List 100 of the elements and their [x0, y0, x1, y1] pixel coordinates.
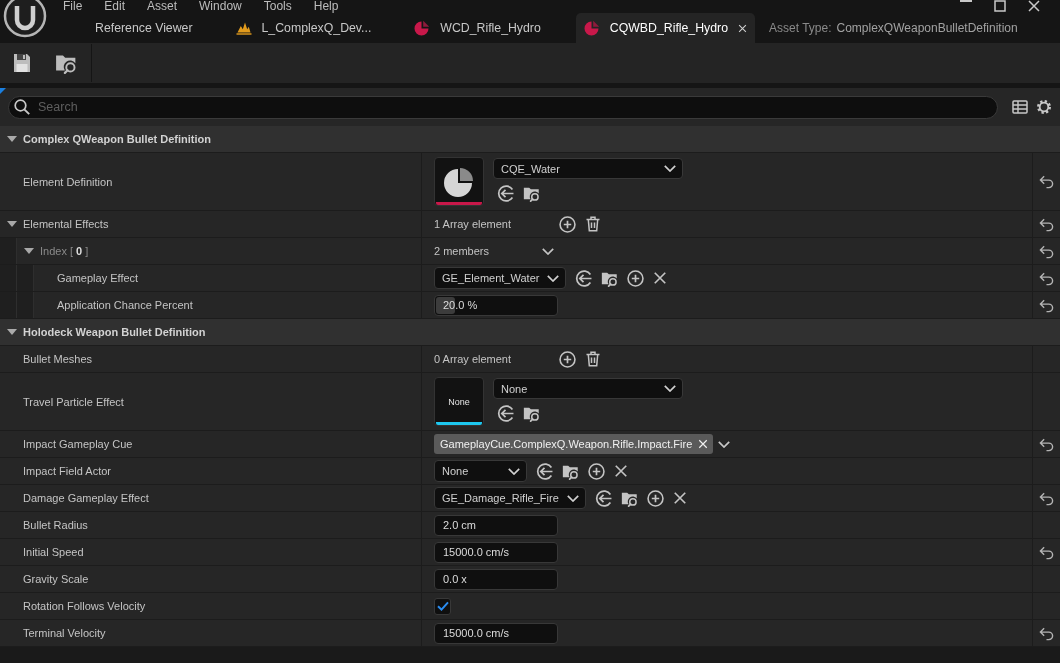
- property-label: Bullet Radius: [23, 519, 88, 531]
- plus-circle-icon[interactable]: [646, 489, 664, 507]
- chevron-down-icon: [508, 467, 520, 475]
- asset-thumbnail[interactable]: [434, 157, 484, 206]
- category-header[interactable]: Complex QWeapon Bullet Definition: [0, 126, 1060, 153]
- left-arrow-circle-icon[interactable]: [497, 185, 514, 202]
- number-field[interactable]: 20.0 %: [434, 294, 558, 316]
- caret-icon[interactable]: [7, 221, 17, 227]
- reset-arrow-icon[interactable]: [1039, 270, 1054, 286]
- array-count: 0 Array element: [434, 353, 513, 365]
- folder-search-icon[interactable]: [523, 185, 540, 202]
- chevron-down-icon: [664, 165, 676, 172]
- asset-dropdown[interactable]: None: [493, 378, 683, 399]
- pie-chart-icon: [444, 166, 474, 197]
- asset-thumbnail[interactable]: None: [434, 377, 484, 426]
- table-icon[interactable]: [1012, 99, 1028, 115]
- trash-icon[interactable]: [585, 351, 601, 367]
- chevron-down-icon[interactable]: [718, 440, 731, 448]
- reset-arrow-icon[interactable]: [1039, 436, 1054, 452]
- trash-icon[interactable]: [585, 216, 601, 232]
- close-icon[interactable]: [653, 271, 668, 285]
- chevron-down-icon: [664, 385, 676, 392]
- reset-arrow-icon[interactable]: [1039, 490, 1054, 506]
- menu-item[interactable]: Asset: [147, 0, 178, 12]
- category-title: Complex QWeapon Bullet Definition: [23, 133, 212, 145]
- chevron-down-icon: [547, 274, 560, 282]
- tag-label: GameplayCue.ComplexQ.Weapon.Rifle.Impact.Fire: [440, 438, 693, 450]
- plus-circle-icon[interactable]: [588, 462, 605, 480]
- editor-tab[interactable]: L_ComplexQ_Dev...: [227, 13, 380, 43]
- menu-item[interactable]: File: [63, 0, 83, 12]
- left-arrow-circle-icon[interactable]: [536, 462, 553, 480]
- caret-icon[interactable]: [24, 248, 34, 254]
- array-count: 1 Array element: [434, 218, 513, 230]
- mountain-icon: [235, 21, 252, 35]
- property-label: Element Definition: [23, 175, 113, 188]
- reset-arrow-icon[interactable]: [1039, 243, 1054, 259]
- plus-circle-icon[interactable]: [559, 350, 576, 368]
- property-label: Impact Gameplay Cue: [23, 438, 133, 450]
- caret-icon[interactable]: [7, 329, 17, 335]
- property-label: Elemental Effects: [23, 218, 109, 230]
- asset-type-label: Asset Type:: [769, 21, 832, 35]
- maximize-icon[interactable]: [994, 0, 1006, 12]
- circle-logo-icon[interactable]: [3, 0, 47, 38]
- search-field[interactable]: Search: [8, 95, 998, 119]
- property-label: Bullet Meshes: [23, 353, 93, 365]
- left-arrow-circle-icon[interactable]: [497, 405, 514, 422]
- folder-search-icon[interactable]: [55, 52, 77, 74]
- reset-arrow-icon[interactable]: [1039, 174, 1054, 189]
- menu-item[interactable]: Help: [313, 0, 339, 12]
- caret-icon[interactable]: [7, 136, 17, 142]
- property-label: Index [ 0 ]: [40, 245, 89, 257]
- property-label: Impact Field Actor: [23, 465, 112, 477]
- editor-tab[interactable]: Reference Viewer: [87, 13, 201, 43]
- pie-icon: [414, 20, 431, 36]
- property-label: Travel Particle Effect: [23, 395, 124, 408]
- asset-type-value: ComplexQWeaponBulletDefinition: [836, 21, 1018, 35]
- menu-item[interactable]: Tools: [263, 0, 292, 12]
- close-icon[interactable]: [614, 464, 628, 478]
- reset-arrow-icon[interactable]: [1039, 625, 1054, 641]
- menu-item[interactable]: Window: [199, 0, 242, 12]
- checkmark-icon: [436, 601, 449, 611]
- number-field[interactable]: 15000.0 cm/s: [434, 541, 558, 563]
- number-field[interactable]: 0.0 x: [434, 568, 558, 590]
- class-dropdown[interactable]: None: [434, 460, 527, 482]
- close-icon[interactable]: [1028, 0, 1040, 12]
- close-icon[interactable]: [672, 491, 687, 505]
- save-icon[interactable]: [13, 53, 31, 73]
- category-header[interactable]: Holodeck Weapon Bullet Definition: [0, 319, 1060, 346]
- reset-arrow-icon[interactable]: [1039, 216, 1054, 232]
- chevron-down-icon[interactable]: [542, 247, 554, 255]
- property-label: Damage Gameplay Effect: [23, 492, 149, 504]
- number-field[interactable]: 15000.0 cm/s: [434, 622, 558, 644]
- property-label: Application Chance Percent: [57, 299, 193, 311]
- thumbnail-label: None: [448, 396, 470, 407]
- class-dropdown[interactable]: GE_Element_Water: [434, 267, 567, 289]
- property-label: Rotation Follows Velocity: [23, 600, 146, 612]
- reset-arrow-icon[interactable]: [1039, 297, 1054, 313]
- settings-icon[interactable]: [1036, 99, 1052, 115]
- left-arrow-circle-icon[interactable]: [575, 269, 593, 287]
- checkbox[interactable]: [434, 597, 451, 615]
- search-icon: [14, 99, 30, 115]
- plus-circle-icon[interactable]: [559, 215, 576, 233]
- editor-tab[interactable]: WCD_Rifle_Hydro: [406, 13, 549, 43]
- pie-icon: [583, 20, 600, 36]
- category-title: Holodeck Weapon Bullet Definition: [23, 326, 206, 338]
- number-field[interactable]: 2.0 cm: [434, 514, 558, 536]
- member-count: 2 members: [434, 245, 491, 257]
- class-dropdown[interactable]: GE_Damage_Rifle_Fire: [434, 487, 586, 509]
- left-arrow-circle-icon[interactable]: [594, 489, 612, 507]
- close-icon[interactable]: [738, 23, 747, 33]
- corner-triangle-icon: [0, 88, 6, 94]
- editor-tab[interactable]: CQWBD_Rifle_Hydro: [575, 13, 755, 43]
- menu-item[interactable]: Edit: [104, 0, 126, 12]
- chevron-down-icon: [566, 494, 579, 502]
- folder-search-icon[interactable]: [523, 405, 540, 422]
- property-label: Initial Speed: [23, 546, 84, 558]
- asset-dropdown[interactable]: CQE_Water: [493, 158, 683, 179]
- property-label: Gravity Scale: [23, 573, 89, 585]
- plus-circle-icon[interactable]: [627, 269, 645, 287]
- reset-arrow-icon[interactable]: [1039, 544, 1054, 560]
